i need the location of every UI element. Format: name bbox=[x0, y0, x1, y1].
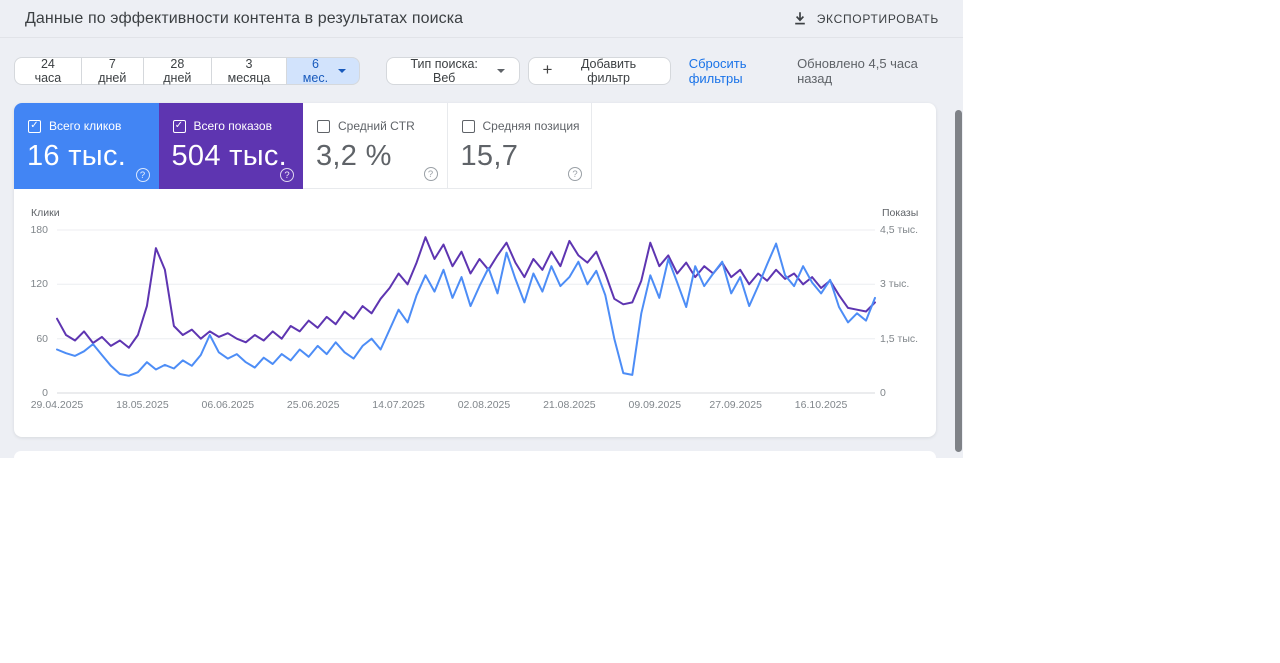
x-axis-label: 14.07.2025 bbox=[364, 399, 434, 411]
next-section-card bbox=[14, 451, 936, 458]
range-6m-button[interactable]: 6 мес. bbox=[287, 57, 360, 85]
x-axis-label: 06.06.2025 bbox=[193, 399, 263, 411]
x-axis-label: 29.04.2025 bbox=[22, 399, 92, 411]
right-axis-tick: 4,5 тыс. bbox=[880, 224, 918, 236]
right-axis-title: Показы bbox=[882, 207, 918, 219]
export-button[interactable]: ЭКСПОРТИРОВАТЬ bbox=[791, 7, 941, 30]
chevron-down-icon bbox=[338, 69, 346, 73]
export-label: ЭКСПОРТИРОВАТЬ bbox=[817, 12, 939, 26]
left-axis-tick: 120 bbox=[16, 278, 48, 290]
left-axis-title: Клики bbox=[31, 207, 60, 219]
page-header: Данные по эффективности контента в резул… bbox=[0, 0, 963, 38]
filter-bar: 24 часа 7 дней 28 дней 3 месяца 6 мес. Т… bbox=[0, 38, 963, 103]
date-range-control: 24 часа 7 дней 28 дней 3 месяца 6 мес. bbox=[14, 57, 360, 85]
left-axis-tick: 0 bbox=[16, 387, 48, 399]
range-7d-button[interactable]: 7 дней bbox=[82, 57, 144, 85]
right-axis-tick: 3 тыс. bbox=[880, 278, 909, 290]
range-3m-button[interactable]: 3 месяца bbox=[212, 57, 287, 85]
performance-card: Всего кликов 16 тыс. Всего показов 504 т… bbox=[14, 103, 936, 437]
page-title: Данные по эффективности контента в резул… bbox=[25, 10, 463, 28]
x-axis-label: 18.05.2025 bbox=[107, 399, 177, 411]
x-axis-label: 25.06.2025 bbox=[278, 399, 348, 411]
right-axis-tick: 1,5 тыс. bbox=[880, 333, 918, 345]
performance-chart-svg[interactable] bbox=[14, 103, 936, 437]
x-axis-label: 21.08.2025 bbox=[534, 399, 604, 411]
x-axis-label: 02.08.2025 bbox=[449, 399, 519, 411]
reset-filters-link[interactable]: Сбросить фильтры bbox=[689, 56, 797, 86]
range-28d-button[interactable]: 28 дней bbox=[144, 57, 212, 85]
x-axis-label: 16.10.2025 bbox=[786, 399, 856, 411]
left-axis-tick: 180 bbox=[16, 224, 48, 236]
last-updated-text: Обновлено 4,5 часа назад bbox=[797, 56, 947, 86]
x-axis-label: 27.09.2025 bbox=[701, 399, 771, 411]
plus-icon: + bbox=[543, 61, 553, 78]
search-type-filter[interactable]: Тип поиска: Веб bbox=[386, 57, 520, 85]
download-icon bbox=[793, 11, 807, 26]
scrollbar-thumb[interactable] bbox=[955, 110, 962, 452]
range-24h-button[interactable]: 24 часа bbox=[14, 57, 82, 85]
add-filter-button[interactable]: + Добавить фильтр bbox=[528, 57, 671, 85]
x-axis-label: 09.09.2025 bbox=[620, 399, 690, 411]
left-axis-tick: 60 bbox=[16, 333, 48, 345]
chevron-down-icon bbox=[497, 69, 505, 73]
search-console-app: Данные по эффективности контента в резул… bbox=[0, 0, 963, 458]
right-axis-tick: 0 bbox=[880, 387, 886, 399]
